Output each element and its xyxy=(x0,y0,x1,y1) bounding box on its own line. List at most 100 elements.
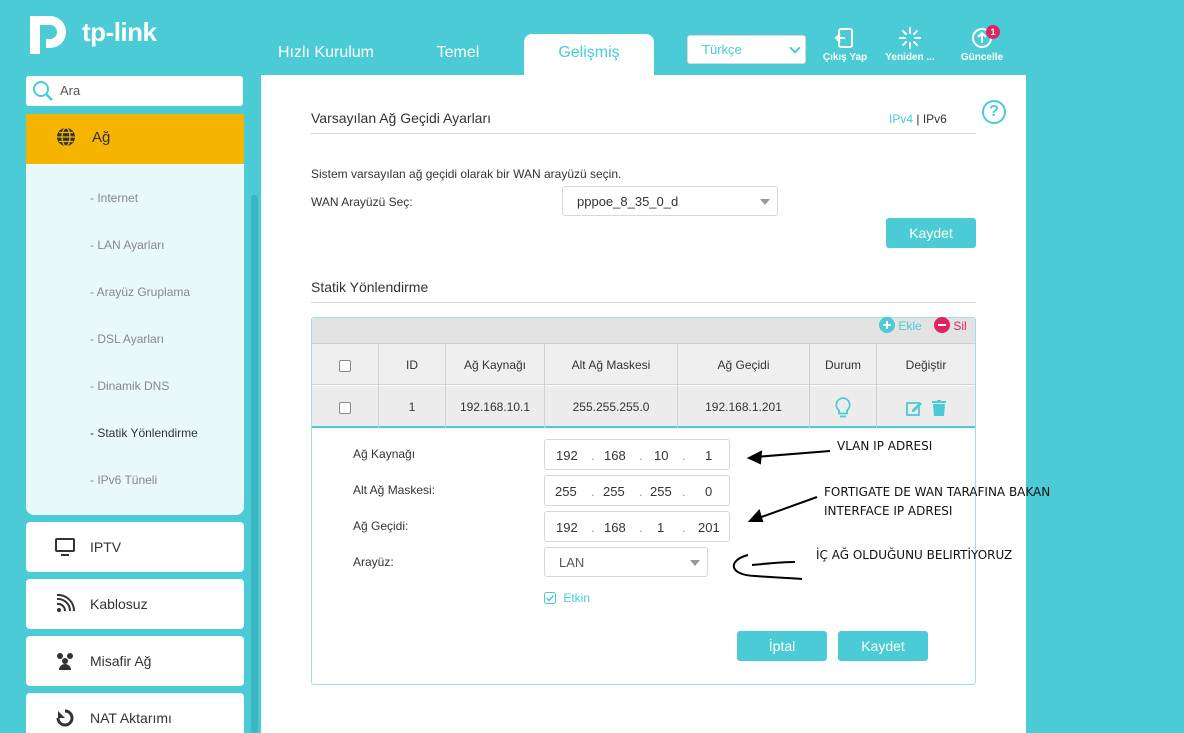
interface-select[interactable]: LAN xyxy=(544,547,708,577)
add-button[interactable]: Ekle xyxy=(879,317,922,333)
annotation-lan: İÇ AĞ OLDUĞUNU BELIRTİYORUZ xyxy=(816,548,1013,562)
logout-icon xyxy=(834,28,853,48)
delete-icon xyxy=(934,317,950,333)
help-icon[interactable]: ? xyxy=(982,100,1006,124)
sidebar-item-ddns[interactable]: - Dinamik DNS xyxy=(90,379,169,393)
tab-basic[interactable]: Temel xyxy=(400,34,516,74)
form-interface-label: Arayüz: xyxy=(353,555,394,569)
column-header: Ağ Kaynağı xyxy=(446,344,545,386)
sidebar-item-label: NAT Aktarımı xyxy=(90,710,172,726)
search-input[interactable]: Ara xyxy=(26,76,243,106)
sidebar-submenu-panel xyxy=(26,114,244,515)
row-mask: 255.255.255.0 xyxy=(545,386,678,428)
reboot-button[interactable]: Yeniden ... xyxy=(880,27,940,63)
header-select-all xyxy=(312,344,379,386)
monitor-icon xyxy=(55,538,75,556)
row-status xyxy=(810,386,877,428)
ipv4-link[interactable]: IPv4 xyxy=(889,112,913,126)
column-header: Alt Ağ Maskesi xyxy=(545,344,678,386)
gateway-divider xyxy=(311,133,976,134)
sidebar-item-dsl[interactable]: - DSL Ayarları xyxy=(90,332,164,346)
sidebar-item-label: IPTV xyxy=(90,539,122,555)
row-gateway: 192.168.1.201 xyxy=(678,386,810,428)
ip-octet: 1 xyxy=(657,520,665,535)
sidebar-item-iptv[interactable]: IPTV xyxy=(26,522,244,572)
select-all-checkbox[interactable] xyxy=(339,359,351,372)
language-value: Türkçe xyxy=(702,42,742,57)
cancel-button[interactable]: İptal xyxy=(737,631,827,661)
gateway-section-title: Varsayılan Ağ Geçidi Ayarları xyxy=(311,110,492,126)
tab-quick-setup[interactable]: Hızlı Kurulum xyxy=(262,34,390,74)
ip-octet: 255 xyxy=(603,484,625,499)
wireless-icon xyxy=(56,594,76,612)
sidebar-group-network[interactable]: Ağ xyxy=(26,114,244,164)
guest-users-icon xyxy=(57,653,73,670)
column-header: Ağ Geçidi xyxy=(678,344,810,386)
ip-octet: 168 xyxy=(604,448,626,463)
dropdown-arrow-icon xyxy=(760,199,770,205)
table-header: ID Ağ Kaynağı Alt Ağ Maskesi Ağ Geçidi D… xyxy=(312,343,975,386)
ip-octet: 0 xyxy=(705,484,713,499)
wan-interface-value: pppoe_8_35_0_d xyxy=(577,194,679,209)
column-header: Durum xyxy=(810,344,877,386)
form-mask-label: Alt Ağ Maskesi: xyxy=(353,483,436,497)
annotation-vlan: VLAN IP ADRESI xyxy=(837,439,933,453)
delete-button[interactable]: Sil xyxy=(934,317,967,333)
sidebar-item-interface-grouping[interactable]: - Arayüz Gruplama xyxy=(90,285,190,299)
table-toolbar xyxy=(312,318,975,343)
form-save-button[interactable]: Kaydet xyxy=(838,631,928,661)
sidebar-item-ipv6-tunnel[interactable]: - IPv6 Tüneli xyxy=(90,473,157,487)
gateway-ip-input[interactable]: 192 . 168 . 1 . 201 xyxy=(544,511,730,542)
reboot-label: Yeniden ... xyxy=(885,52,935,63)
sidebar-item-nat[interactable]: NAT Aktarımı xyxy=(26,693,244,733)
row-actions xyxy=(877,386,975,428)
table-row: 1 192.168.10.1 255.255.255.0 192.168.1.2… xyxy=(312,386,975,428)
sidebar-scrollbar[interactable] xyxy=(251,195,258,733)
lightbulb-icon[interactable] xyxy=(835,396,851,419)
update-label: Güncelle xyxy=(960,52,1004,63)
delete-label: Sil xyxy=(953,319,967,333)
gateway-save-button[interactable]: Kaydet xyxy=(886,218,976,248)
search-placeholder: Ara xyxy=(60,83,81,98)
update-button[interactable]: 1 Güncelle xyxy=(952,25,1012,63)
row-select xyxy=(312,386,379,428)
add-label: Ekle xyxy=(898,319,922,333)
ip-version-toggle: IPv4 | IPv6 xyxy=(889,112,947,126)
form-gateway-label: Ağ Geçidi: xyxy=(353,519,409,533)
logo-text: tp-link xyxy=(82,16,157,47)
subnet-mask-input[interactable]: 255 . 255 . 255 . 0 xyxy=(544,475,730,506)
sidebar-group-label: Ağ xyxy=(92,129,111,146)
nat-icon xyxy=(56,709,74,727)
wan-interface-select[interactable]: pppoe_8_35_0_d xyxy=(562,186,778,216)
logout-label: Çıkış Yap xyxy=(822,52,868,63)
gateway-description: Sistem varsayılan ağ geçidi olarak bir W… xyxy=(311,167,622,181)
interface-value: LAN xyxy=(559,555,585,570)
ip-octet: 255 xyxy=(555,484,577,499)
chevron-down-icon xyxy=(789,42,801,54)
enabled-checkbox[interactable]: Etkin xyxy=(544,591,590,605)
trash-icon[interactable] xyxy=(931,399,946,416)
row-source: 192.168.10.1 xyxy=(446,386,545,428)
logout-button[interactable]: Çıkış Yap xyxy=(815,27,875,63)
edit-icon[interactable] xyxy=(906,400,923,416)
routing-divider xyxy=(311,302,976,303)
wan-select-label: WAN Arayüzü Seç: xyxy=(311,195,413,209)
sidebar-item-label: Misafir Ağ xyxy=(90,653,152,669)
checkbox-checked-icon xyxy=(544,592,556,604)
sidebar-item-internet[interactable]: - Internet xyxy=(90,191,138,205)
tp-link-logo: tp-link xyxy=(26,8,157,56)
column-header: Değiştir xyxy=(905,358,947,372)
sidebar-item-label: Kablosuz xyxy=(90,596,148,612)
sidebar-item-static-routing[interactable]: - Statik Yönlendirme xyxy=(90,426,198,440)
tab-advanced[interactable]: Gelişmiş xyxy=(524,34,654,75)
source-ip-input[interactable]: 192 . 168 . 10 . 1 xyxy=(544,439,730,470)
language-select[interactable]: Türkçe xyxy=(687,35,806,64)
sidebar-item-wireless[interactable]: Kablosuz xyxy=(26,579,244,629)
sidebar-item-lan[interactable]: - LAN Ayarları xyxy=(90,238,164,252)
ipv6-link[interactable]: IPv6 xyxy=(923,112,947,126)
row-id: 1 xyxy=(379,386,446,428)
sidebar-item-guest[interactable]: Misafir Ağ xyxy=(26,636,244,686)
row-checkbox[interactable] xyxy=(339,401,351,414)
routing-section-title: Statik Yönlendirme xyxy=(311,279,429,295)
enabled-label: Etkin xyxy=(563,591,591,605)
